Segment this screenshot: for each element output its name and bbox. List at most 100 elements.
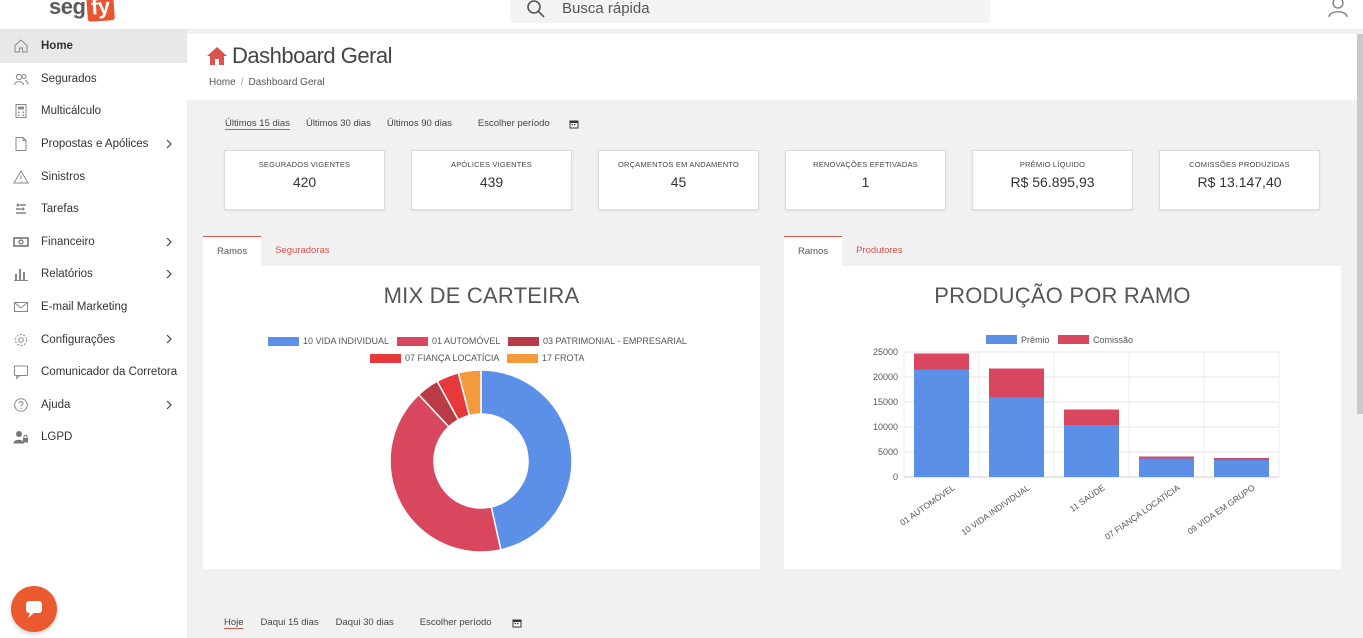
bar-segment[interactable] — [1214, 460, 1269, 477]
period-filter: Últimos 15 dias Últimos 30 dias Últimos … — [225, 118, 595, 129]
user-icon[interactable] — [1327, 0, 1349, 18]
sidebar-item-financeiro[interactable]: Financeiro — [0, 226, 187, 259]
stat-label: APÓLICES VIGENTES — [451, 160, 532, 169]
tab-produtores[interactable]: Produtores — [842, 236, 916, 266]
sidebar-item-label: Financeiro — [41, 235, 95, 248]
x-tick-label: 07 FIANÇA LOCATÍCIA — [1103, 482, 1182, 541]
sidebar-item-tarefas[interactable]: Tarefas — [0, 193, 187, 226]
due-custom-label: Escolher período — [419, 617, 492, 628]
sidebar-item-e-mail-marketing[interactable]: E-mail Marketing — [0, 291, 187, 324]
segfy-logo[interactable]: seg fy — [49, 0, 115, 22]
chevron-right-icon — [166, 139, 172, 149]
scrollbar[interactable] — [1357, 34, 1363, 414]
due-custom[interactable]: Escolher período — [420, 617, 522, 628]
bar-segment[interactable] — [1064, 409, 1119, 426]
x-tick-label: 10 VIDA INDIVIDUAL — [959, 482, 1032, 537]
calendar-icon — [569, 120, 579, 128]
sidebar: Home Segurados Multicálculo Propostas e Apó… — [0, 30, 187, 638]
y-tick-label: 15000 — [873, 397, 898, 407]
sidebar-item-label: E-mail Marketing — [41, 301, 128, 314]
sidebar-item-label: Home — [41, 40, 73, 53]
due-15-days[interactable]: Daqui 15 dias — [261, 617, 319, 628]
bar-segment[interactable] — [1139, 456, 1194, 459]
stat-label: PRÊMIO LÍQUIDO — [1019, 160, 1086, 169]
sidebar-item-configuracoes[interactable]: Configurações — [0, 323, 187, 356]
logo-badge: fy — [86, 0, 115, 22]
quick-search — [510, 0, 990, 23]
due-period-filter: Hoje Daqui 15 dias Daqui 30 dias Escolhe… — [224, 617, 539, 628]
stat-value: 45 — [670, 174, 687, 190]
breadcrumb-home[interactable]: Home — [209, 77, 236, 88]
period-custom[interactable]: Escolher período — [478, 118, 579, 129]
stat-value: 439 — [479, 174, 504, 190]
producao-ramo-chart: 25000 20000 15000 10000 5000 001 AUTOMÓVEL 10 … — [873, 335, 1280, 542]
chat-icon — [13, 364, 29, 381]
period-15-days[interactable]: Últimos 15 dias — [225, 118, 290, 129]
sidebar-item-ajuda[interactable]: Ajuda — [0, 389, 187, 422]
stat-label: RENOVAÇÕES EFETIVADAS — [813, 160, 918, 169]
search-input[interactable] — [562, 0, 942, 17]
left-panel-tabs: Ramos Seguradoras — [203, 236, 344, 266]
y-tick-label: 25000 — [873, 347, 898, 357]
users-icon — [13, 71, 29, 87]
period-30-days[interactable]: Últimos 30 dias — [306, 118, 371, 129]
chevron-right-icon — [166, 400, 172, 409]
y-tick-label: 10000 — [873, 422, 898, 432]
sidebar-item-lgpd[interactable]: LGPD — [0, 421, 187, 454]
due-30-days[interactable]: Daqui 30 dias — [336, 617, 394, 628]
sidebar-item-comunicador-da-corretora[interactable]: Comunicador da Corretora — [0, 356, 187, 389]
legend-label[interactable]: Prêmio — [1021, 335, 1050, 345]
warning-icon — [13, 169, 29, 185]
period-90-days[interactable]: Últimos 90 dias — [387, 118, 452, 129]
bar-segment[interactable] — [989, 397, 1044, 478]
sidebar-item-label: Tarefas — [41, 203, 79, 216]
tab-ramos[interactable]: Ramos — [203, 236, 262, 266]
help-icon — [13, 397, 29, 413]
x-tick-label: 01 AUTOMÓVEL — [898, 482, 957, 527]
bar-segment[interactable] — [914, 369, 969, 478]
page-title-text: Dashboard Geral — [232, 43, 393, 68]
sidebar-item-home[interactable]: Home — [0, 30, 187, 63]
due-today[interactable]: Hoje — [224, 617, 244, 628]
tab-seguradoras[interactable]: Seguradoras — [261, 236, 343, 266]
bar-segment[interactable] — [1064, 425, 1119, 477]
sidebar-item-label: Ajuda — [41, 398, 71, 411]
bar-segment[interactable] — [914, 353, 969, 370]
stat-value: R$ 56.895,93 — [1010, 174, 1095, 190]
sidebar-item-label: Segurados — [41, 72, 97, 85]
chevron-right-icon — [166, 237, 172, 246]
user-lock-icon — [13, 429, 29, 445]
stat-card: APÓLICES VIGENTES 439 — [411, 150, 572, 210]
stat-label: ORÇAMENTOS EM ANDAMENTO — [617, 160, 739, 169]
bar-segment[interactable] — [989, 368, 1044, 398]
sidebar-item-label: Comunicador da Corretora — [41, 366, 178, 379]
y-tick-label: 0 — [893, 472, 898, 482]
legend-swatch — [986, 335, 1017, 344]
stat-value: 420 — [292, 174, 317, 190]
stat-label: SEGURADOS VIGENTES — [258, 160, 351, 169]
legend-label[interactable]: Comissão — [1093, 335, 1133, 345]
sidebar-item-multicalculo[interactable]: Multicálculo — [0, 95, 187, 128]
sidebar-item-segurados[interactable]: Segurados — [0, 63, 187, 96]
tab-ramos-right[interactable]: Ramos — [784, 236, 843, 266]
document-icon — [13, 136, 29, 152]
search-icon[interactable] — [526, 0, 546, 19]
stat-value: 1 — [861, 174, 870, 190]
home-icon — [13, 38, 29, 54]
right-panel-tabs: Ramos Produtores — [784, 236, 917, 266]
tasks-icon — [13, 201, 29, 217]
y-tick-label: 20000 — [873, 372, 898, 382]
sidebar-item-label: Propostas e Apólices — [41, 138, 149, 151]
page-title: Dashboard Geral — [206, 43, 393, 69]
stat-card: SEGURADOS VIGENTES 420 — [224, 150, 385, 210]
bar-segment[interactable] — [1214, 458, 1269, 460]
bar-segment[interactable] — [1139, 458, 1194, 478]
mix-carteira-chart — [389, 369, 573, 553]
stat-card: COMISSÕES PRODUZIDAS R$ 13.147,40 — [1159, 150, 1320, 210]
sidebar-item-relatorios[interactable]: Relatórios — [0, 258, 187, 291]
sidebar-item-sinistros[interactable]: Sinistros — [0, 160, 187, 193]
sidebar-item-label: Multicálculo — [41, 105, 102, 118]
stat-card: RENOVAÇÕES EFETIVADAS 1 — [785, 150, 946, 210]
chat-launcher-button[interactable] — [11, 586, 57, 632]
sidebar-item-propostas-e-apolices[interactable]: Propostas e Apólices — [0, 128, 187, 161]
